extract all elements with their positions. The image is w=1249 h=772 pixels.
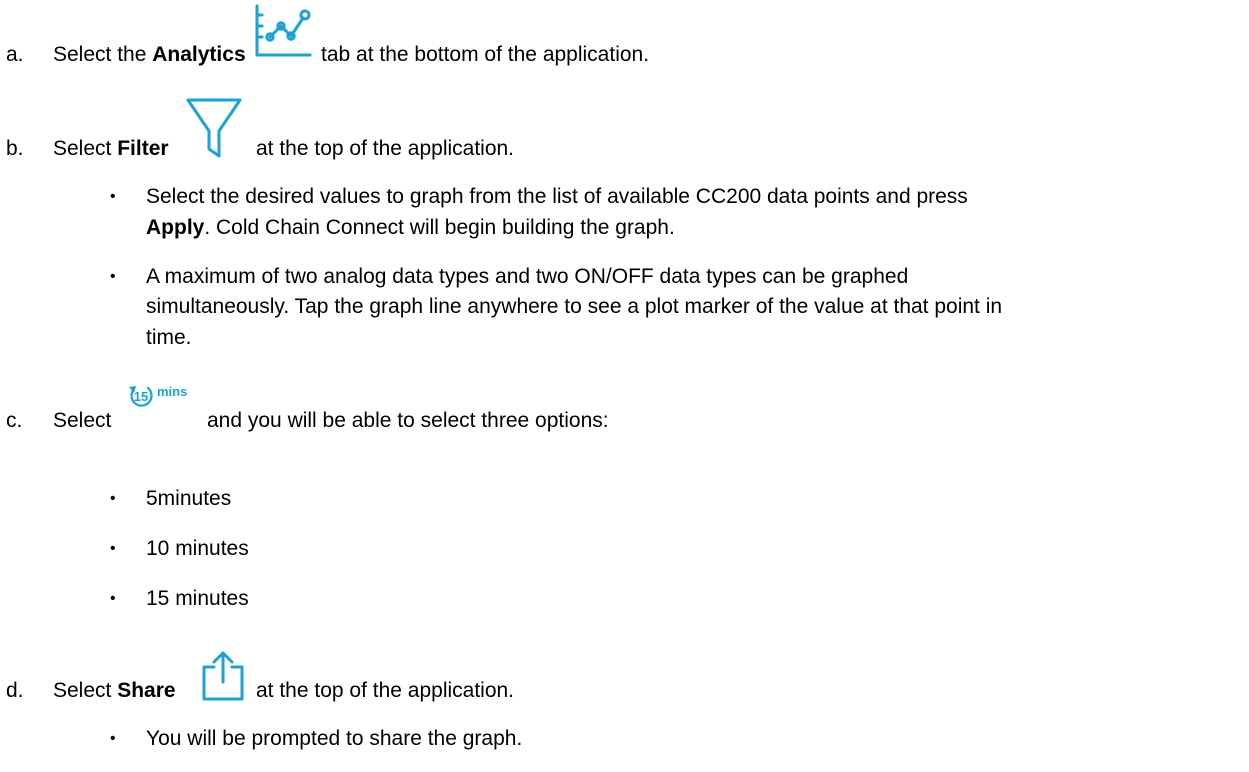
interval-unit: mins bbox=[157, 384, 187, 399]
bullet-text: Apply. Cold Chain Connect will begin bui… bbox=[146, 215, 675, 241]
step-letter: d. bbox=[6, 679, 24, 702]
bullet-text-rest: . Cold Chain Connect will begin building… bbox=[204, 216, 675, 239]
bullet-dot: • bbox=[110, 490, 116, 507]
bullet-dot: • bbox=[110, 590, 116, 607]
step-bold-term: Analytics bbox=[152, 43, 246, 66]
option-item: 5minutes bbox=[146, 487, 232, 510]
interval-number: 15 bbox=[134, 389, 148, 404]
step-text-pre: Select bbox=[53, 679, 112, 702]
step-text-pre: Select the bbox=[53, 43, 147, 66]
apply-term: Apply bbox=[146, 216, 205, 239]
step-bold-term: Filter bbox=[117, 137, 169, 160]
bullet-dot: • bbox=[110, 540, 116, 557]
option-item: 15 minutes bbox=[146, 587, 249, 610]
option-item: 10 minutes bbox=[146, 537, 249, 560]
step-d-text: Select Share bbox=[53, 678, 176, 704]
step-text-pre: Select bbox=[53, 137, 112, 160]
step-text-post: at the top of the application. bbox=[256, 137, 515, 160]
step-text-post: at the top of the application. bbox=[256, 679, 515, 702]
step-text-post: tab at the bottom of the application. bbox=[321, 43, 650, 66]
bullet-text: You will be prompted to share the graph. bbox=[146, 727, 523, 750]
step-letter: c. bbox=[6, 409, 23, 432]
bullet-dot: • bbox=[110, 730, 116, 747]
step-b-text: Select Filter bbox=[53, 136, 169, 162]
interval-15-mins-icon: 15 mins bbox=[126, 384, 202, 412]
bullet-text: simultaneously. Tap the graph line anywh… bbox=[146, 295, 1003, 318]
step-bold-term: Share bbox=[117, 679, 176, 702]
analytics-icon bbox=[254, 4, 312, 58]
filter-icon bbox=[186, 98, 242, 158]
step-text-post: and you will be able to select three opt… bbox=[207, 409, 609, 432]
bullet-text: time. bbox=[146, 326, 192, 349]
step-letter: a. bbox=[6, 43, 24, 66]
step-letter: b. bbox=[6, 137, 24, 160]
bullet-dot: • bbox=[110, 188, 116, 205]
share-icon bbox=[201, 650, 245, 702]
bullet-text: Select the desired values to graph from … bbox=[146, 185, 968, 208]
bullet-text: A maximum of two analog data types and t… bbox=[146, 265, 909, 288]
bullet-dot: • bbox=[110, 268, 116, 285]
step-a-text: Select the Analytics bbox=[53, 42, 246, 68]
step-text-pre: Select bbox=[53, 409, 112, 432]
